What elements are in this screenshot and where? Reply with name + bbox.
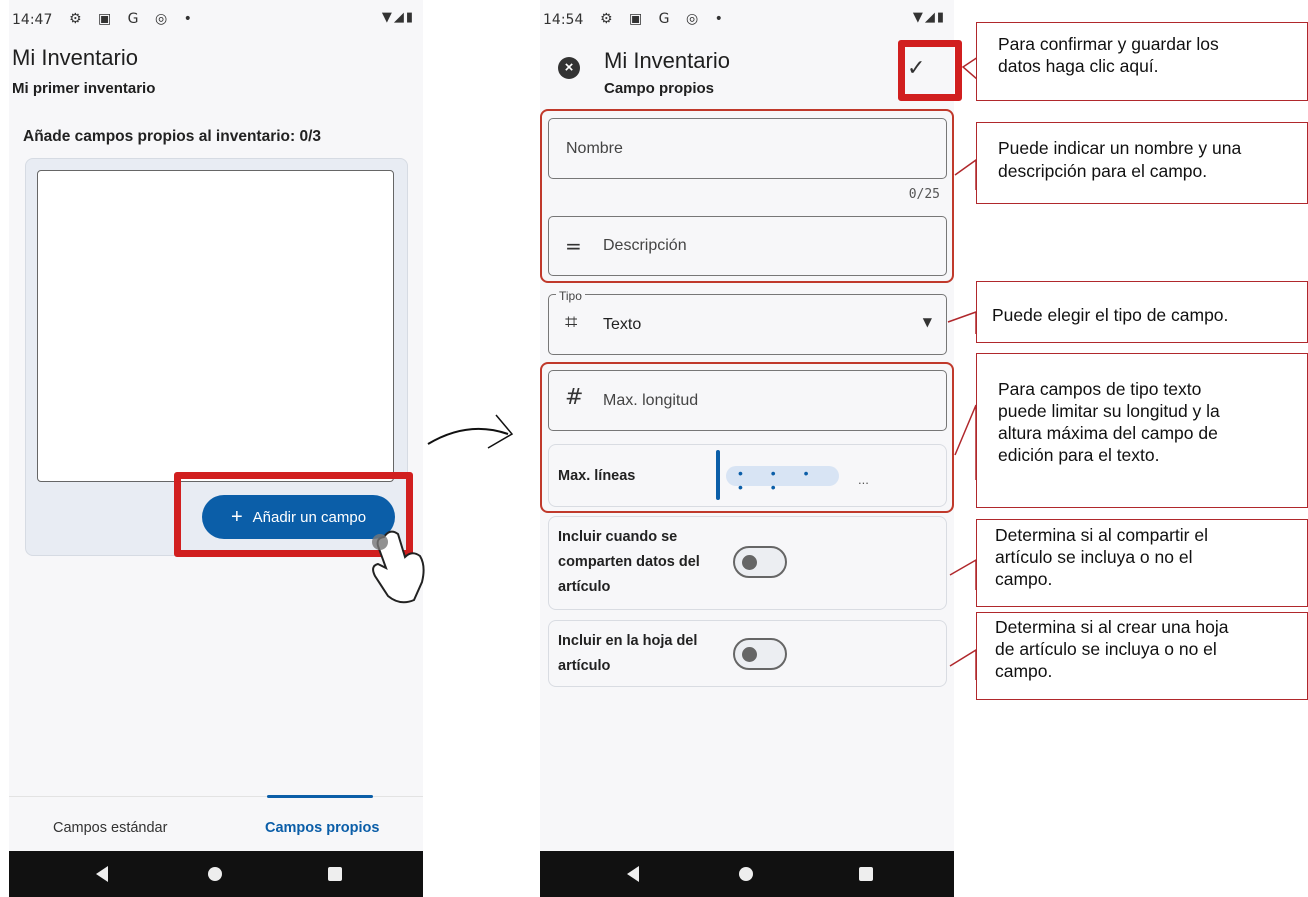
status-icons: ⚙ ▣ G ◎ • — [600, 11, 729, 27]
add-button-highlight — [174, 472, 413, 557]
phone-screen-main: 14:47 ⚙ ▣ G ◎ • ▼◢▮ Mi Inventario Mi pri… — [9, 0, 423, 897]
text-limits-highlight — [540, 362, 954, 513]
status-time: 14:54 — [543, 12, 584, 28]
status-time: 14:47 — [12, 12, 53, 28]
callout-name-line1: Puede indicar un nombre y una — [998, 138, 1242, 158]
recents-icon[interactable] — [328, 867, 342, 881]
fields-list[interactable] — [37, 170, 394, 482]
callout-confirm-line2: datos haga clic aquí. — [998, 56, 1159, 76]
system-nav-bar — [9, 851, 423, 897]
callout-sheet-line1: Determina si al crear una hoja — [995, 617, 1229, 637]
toggle-knob — [742, 647, 757, 662]
signal-battery-icon: ▼◢▮ — [912, 10, 946, 25]
share-toggle-label-line1: Incluir cuando se — [558, 529, 678, 545]
back-icon[interactable] — [96, 866, 108, 882]
callout-name-line2: descripción para el campo. — [998, 161, 1208, 181]
tab-standard-fields[interactable]: Campos estándar — [53, 820, 167, 836]
callout-share-line3: campo. — [995, 569, 1053, 589]
callout-limits-line3: altura máxima del campo de — [998, 423, 1218, 443]
callout-type-line1: Puede elegir el tipo de campo. — [992, 305, 1229, 325]
share-toggle-switch[interactable] — [733, 546, 787, 578]
status-bar: 14:54 ⚙ ▣ G ◎ • ▼◢▮ — [540, 0, 954, 36]
callout-sheet-line3: campo. — [995, 661, 1053, 681]
callout-share-line1: Determina si al compartir el — [995, 525, 1208, 545]
limits-pointer — [954, 404, 977, 480]
status-bar: 14:47 ⚙ ▣ G ◎ • ▼◢▮ — [9, 0, 423, 36]
type-legend: Tipo — [556, 289, 585, 303]
home-icon[interactable] — [739, 867, 753, 881]
inventory-name: Mi primer inventario — [12, 80, 156, 97]
screen-subtitle: Campo propios — [604, 80, 715, 97]
sheet-toggle-label-line1: Incluir en la hoja del — [558, 633, 698, 649]
sheet-toggle-label-line2: artículo — [558, 658, 611, 674]
type-select[interactable]: ⌗ Texto ▼ — [548, 294, 947, 355]
crop-icon: ⌗ — [565, 310, 578, 335]
status-icons: ⚙ ▣ G ◎ • — [69, 11, 198, 27]
back-icon[interactable] — [627, 866, 639, 882]
confirm-highlight — [898, 40, 962, 101]
name-description-highlight — [540, 109, 954, 283]
app-title: Mi Inventario — [12, 45, 138, 70]
sheet-toggle-switch[interactable] — [733, 638, 787, 670]
transition-arrow — [427, 427, 509, 445]
bottom-tab-bar: Campos estándar Campos propios — [9, 795, 423, 851]
home-icon[interactable] — [208, 867, 222, 881]
callout-share-line2: artículo se incluya o no el — [995, 547, 1193, 567]
signal-battery-icon: ▼◢▮ — [381, 10, 415, 25]
callout-limits-line4: edición para el texto. — [998, 445, 1160, 465]
tab-own-fields[interactable]: Campos propios — [265, 820, 379, 836]
recents-icon[interactable] — [859, 867, 873, 881]
close-icon[interactable]: × — [558, 57, 580, 79]
system-nav-bar — [540, 851, 954, 897]
callout-limits-line1: Para campos de tipo texto — [998, 379, 1202, 399]
callout-sheet-line2: de artículo se incluya o no el — [995, 639, 1217, 659]
own-fields-count-label: Añade campos propios al inventario: 0/3 — [23, 128, 322, 145]
type-value: Texto — [603, 316, 642, 333]
app-title: Mi Inventario — [604, 48, 730, 73]
share-toggle-label-line2: comparten datos del — [558, 554, 700, 570]
transition-arrowhead — [487, 414, 514, 449]
caret-down-icon: ▼ — [922, 315, 932, 329]
active-tab-indicator — [267, 795, 373, 798]
name-pointer — [954, 158, 977, 190]
share-toggle-label-line3: artículo — [558, 579, 611, 595]
callout-limits-line2: puede limitar su longitud y la — [998, 401, 1220, 421]
toggle-knob — [742, 555, 757, 570]
callout-confirm-line1: Para confirmar y guardar los — [998, 34, 1219, 54]
